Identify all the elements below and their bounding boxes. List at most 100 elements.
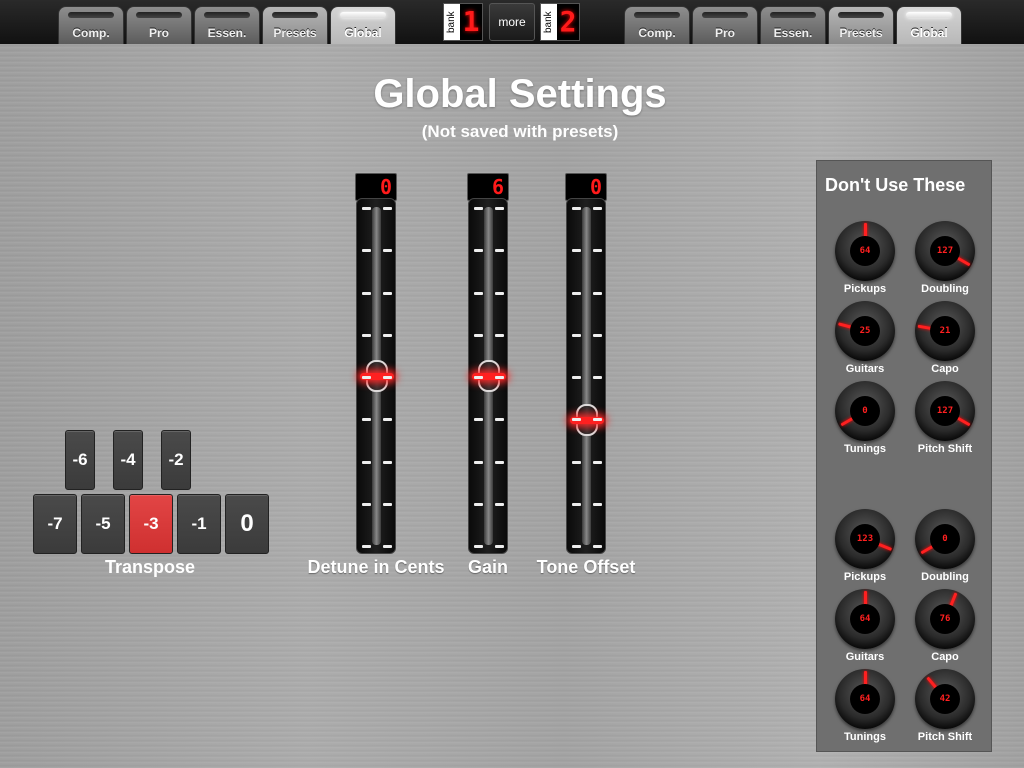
tab-led	[838, 12, 884, 18]
transpose-button-zero[interactable]: 0	[225, 494, 269, 554]
knob-label: Pickups	[843, 283, 887, 295]
tab-led	[770, 12, 816, 18]
bank-2-button[interactable]: bank 2	[540, 3, 580, 41]
fader-detune[interactable]: 0	[355, 173, 397, 555]
knob-pickups[interactable]: 64 Pickups	[825, 221, 905, 295]
fader-tick	[593, 249, 602, 253]
tab-led	[204, 12, 250, 18]
knob-tunings[interactable]: 64 Tunings	[825, 669, 905, 743]
tab-comp-bank1[interactable]: Comp.	[58, 6, 124, 44]
tab-led	[906, 12, 952, 18]
knob-value-display: 64	[850, 684, 880, 714]
knob-dial[interactable]: 127	[915, 221, 975, 281]
fader-tick	[495, 502, 504, 506]
knob-value-display: 76	[930, 604, 960, 634]
tab-presets-bank1[interactable]: Presets	[262, 6, 328, 44]
fader-tick	[474, 376, 483, 379]
transpose-button-minus-2[interactable]: -2	[161, 430, 191, 490]
tab-label: Pro	[148, 26, 169, 40]
tab-global-bank1[interactable]: Global	[330, 6, 396, 44]
fader-tick	[593, 207, 602, 210]
knob-capo[interactable]: 21 Capo	[905, 301, 985, 375]
knob-dial[interactable]: 123	[835, 509, 895, 569]
transpose-button-minus-3[interactable]: -3	[129, 494, 173, 554]
fader-tick	[383, 460, 392, 464]
fader-tick	[593, 291, 602, 295]
knob-dial[interactable]: 0	[915, 509, 975, 569]
transpose-button-minus-7[interactable]: -7	[33, 494, 77, 554]
knob-dial[interactable]: 64	[835, 589, 895, 649]
tab-led	[136, 12, 182, 18]
fader-tick	[495, 291, 504, 295]
knob-dial[interactable]: 25	[835, 301, 895, 361]
knob-label: Guitars	[845, 363, 885, 375]
fader-track[interactable]	[356, 198, 396, 554]
knob-label: Tunings	[844, 731, 886, 743]
fader-tick	[362, 249, 371, 253]
tab-label: Presets	[839, 26, 883, 40]
fader-tick	[383, 333, 392, 337]
tab-comp-bank2[interactable]: Comp.	[624, 6, 690, 44]
knob-value-display: 25	[850, 316, 880, 346]
transpose-button-minus-5[interactable]: -5	[81, 494, 125, 554]
fader-tick	[474, 418, 483, 422]
tab-pro-bank1[interactable]: Pro	[126, 6, 192, 44]
fader-tone-offset[interactable]: 0	[565, 173, 607, 555]
knob-guitars[interactable]: 64 Guitars	[825, 589, 905, 663]
transpose-button-minus-4[interactable]: -4	[113, 430, 143, 490]
tab-presets-bank2[interactable]: Presets	[828, 6, 894, 44]
transpose-button-minus-1[interactable]: -1	[177, 494, 221, 554]
tab-essen-bank2[interactable]: Essen.	[760, 6, 826, 44]
knob-tunings[interactable]: 0 Tunings	[825, 381, 905, 455]
fader-tick	[362, 207, 371, 210]
more-button[interactable]: more	[489, 3, 535, 41]
fader-tick	[474, 545, 483, 548]
knob-dial[interactable]: 76	[915, 589, 975, 649]
fader-tick	[362, 460, 371, 464]
fader-gain[interactable]: 6	[467, 173, 509, 555]
knob-label: Capo	[931, 363, 959, 375]
panel-title: Don't Use These	[825, 175, 966, 195]
fader-tick	[593, 333, 602, 337]
fader-tick	[495, 376, 504, 379]
knob-doubling[interactable]: 0 Doubling	[905, 509, 985, 583]
knob-capo[interactable]: 76 Capo	[905, 589, 985, 663]
knob-label: Tunings	[844, 443, 886, 455]
knob-dial[interactable]: 0	[835, 381, 895, 441]
knob-value-display: 64	[850, 604, 880, 634]
tab-led	[634, 12, 680, 18]
knob-pitch-shift[interactable]: 127 Pitch Shift	[905, 381, 985, 455]
tab-label: Comp.	[72, 26, 110, 40]
bank-1-button[interactable]: bank 1	[443, 3, 483, 41]
tab-pro-bank2[interactable]: Pro	[692, 6, 758, 44]
fader-tick	[572, 291, 581, 295]
fader-tick	[593, 545, 602, 548]
fader-tick	[572, 502, 581, 506]
knob-doubling[interactable]: 127 Doubling	[905, 221, 985, 295]
fader-tick	[383, 545, 392, 548]
fader-track[interactable]	[468, 198, 508, 554]
tab-global-bank2[interactable]: Global	[896, 6, 962, 44]
tab-essen-bank1[interactable]: Essen.	[194, 6, 260, 44]
fader-tick	[362, 418, 371, 422]
bank2-tabs: Comp. Pro Essen. Presets Global	[624, 6, 962, 44]
knob-value-display: 42	[930, 684, 960, 714]
knob-pickups[interactable]: 123 Pickups	[825, 509, 905, 583]
knob-dial[interactable]: 42	[915, 669, 975, 729]
knob-value-display: 64	[850, 236, 880, 266]
knob-dial[interactable]: 21	[915, 301, 975, 361]
knob-dial[interactable]: 64	[835, 221, 895, 281]
fader-tick	[474, 333, 483, 337]
fader-tick	[383, 376, 392, 379]
fader-tick	[495, 207, 504, 210]
fader-tick	[572, 376, 581, 379]
knob-guitars[interactable]: 25 Guitars	[825, 301, 905, 375]
fader-track[interactable]	[566, 198, 606, 554]
tab-label: Comp.	[638, 26, 676, 40]
fader-tick	[593, 502, 602, 506]
knob-dial[interactable]: 64	[835, 669, 895, 729]
knob-dial[interactable]: 127	[915, 381, 975, 441]
fader-tick	[593, 418, 602, 422]
knob-pitch-shift[interactable]: 42 Pitch Shift	[905, 669, 985, 743]
transpose-button-minus-6[interactable]: -6	[65, 430, 95, 490]
